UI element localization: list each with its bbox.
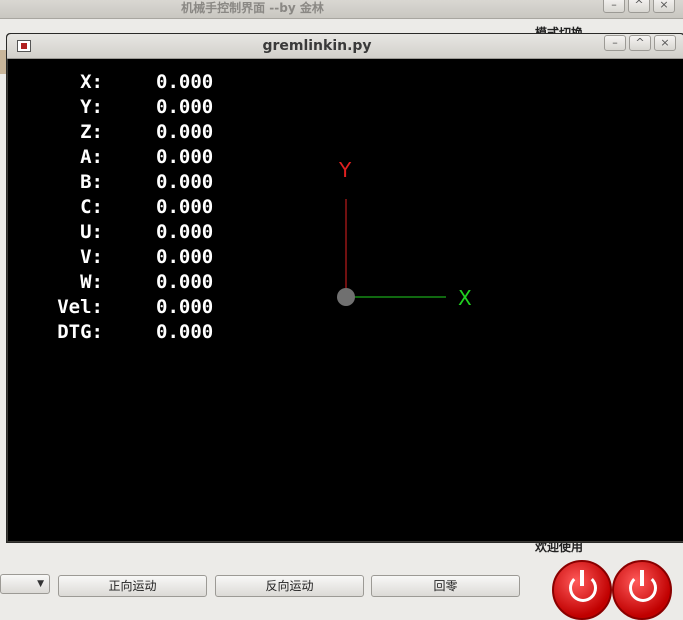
minimize-button[interactable]: –: [604, 35, 626, 51]
origin-marker: [337, 288, 355, 306]
axes-gizmo: Y X: [337, 158, 472, 310]
chevron-down-icon: ▼: [37, 579, 44, 589]
home-button[interactable]: 回零: [371, 575, 520, 597]
mode-dropdown[interactable]: ▼: [0, 574, 50, 594]
window-controls: – ^ ×: [604, 35, 676, 51]
maximize-button[interactable]: ^: [629, 35, 651, 51]
gremlin-window: gremlinkin.py – ^ × X: 0.000 Y: 0.000 Z: 0.…: [6, 33, 683, 543]
reverse-motion-button[interactable]: 反向运动: [215, 575, 364, 597]
power-button[interactable]: [552, 560, 612, 620]
background-window-title: 机械手控制界面 --by 金林: [181, 1, 324, 15]
background-window-titlebar: 机械手控制界面 --by 金林 – ^ ×: [0, 0, 683, 19]
y-axis-label: Y: [338, 158, 352, 182]
gremlin-view[interactable]: X: 0.000 Y: 0.000 Z: 0.000 A: 0.000 B: 0.000 …: [8, 59, 683, 541]
x-axis-label: X: [458, 286, 472, 310]
background-window-controls: – ^ ×: [603, 0, 675, 13]
minimize-button[interactable]: –: [603, 0, 625, 13]
power-off-button[interactable]: [612, 560, 672, 620]
close-button[interactable]: ×: [653, 0, 675, 13]
close-button[interactable]: ×: [654, 35, 676, 51]
forward-motion-button[interactable]: 正向运动: [58, 575, 207, 597]
window-title: gremlinkin.py: [262, 38, 372, 54]
window-titlebar[interactable]: gremlinkin.py – ^ ×: [7, 34, 683, 59]
maximize-button[interactable]: ^: [628, 0, 650, 13]
